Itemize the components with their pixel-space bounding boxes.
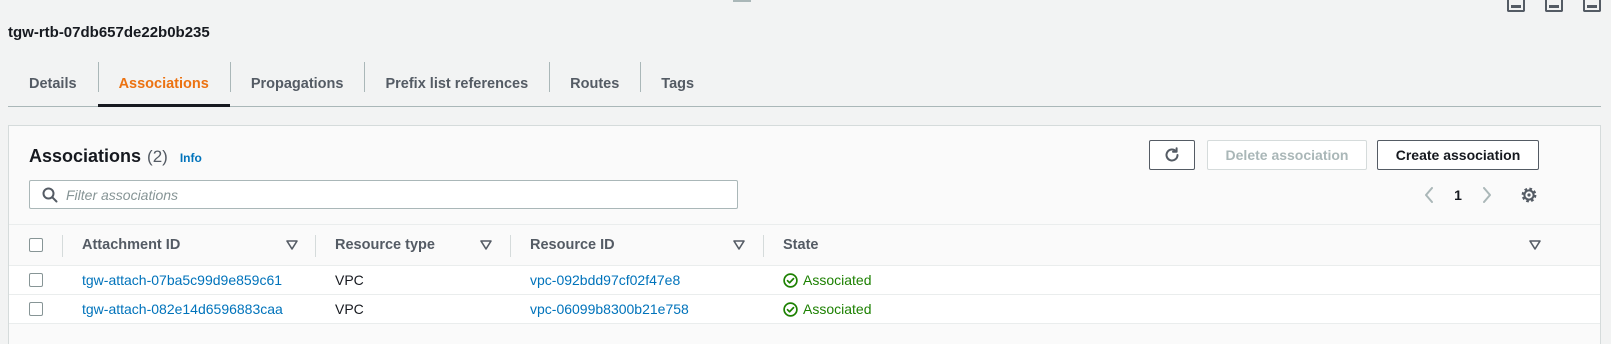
attachment-id-cell: tgw-attach-07ba5c99d9e859c61 (82, 266, 282, 294)
resource-type-cell: VPC (335, 272, 364, 288)
table-row[interactable]: tgw-attach-082e14d6596883caa VPC vpc-060… (9, 295, 1600, 324)
row-select-cell (29, 266, 43, 294)
header-resource-id-label: Resource ID (530, 237, 615, 253)
attachment-id-link[interactable]: tgw-attach-082e14d6596883caa (82, 301, 283, 317)
chevron-left-icon (1425, 187, 1433, 203)
tab-bar: Details Associations Propagations Prefix… (8, 62, 1601, 107)
split-full-icon[interactable] (1583, 0, 1601, 12)
row-select-cell (29, 295, 43, 323)
tab-details[interactable]: Details (8, 62, 98, 106)
refresh-icon (1165, 147, 1179, 162)
success-check-icon (783, 272, 798, 288)
tab-associations[interactable]: Associations (97, 62, 231, 107)
resource-id-link[interactable]: vpc-06099b8300b21e758 (530, 301, 689, 317)
split-bottom-icon[interactable] (1507, 0, 1525, 12)
row-checkbox[interactable] (29, 302, 43, 316)
state-label: Associated (803, 301, 872, 317)
table-row[interactable]: tgw-attach-07ba5c99d9e859c61 VPC vpc-092… (9, 266, 1600, 295)
settings-gear-icon (1521, 187, 1537, 203)
filter-associations-input[interactable] (66, 186, 737, 203)
sort-caret-icon[interactable] (1529, 240, 1541, 250)
select-all-cell (29, 225, 43, 265)
column-divider (510, 235, 511, 257)
tab-prefix-list-references[interactable]: Prefix list references (364, 62, 549, 106)
next-page-button[interactable] (1477, 184, 1497, 206)
tab-propagations[interactable]: Propagations (229, 62, 365, 106)
state-status: Associated (783, 272, 871, 288)
state-cell: Associated (783, 266, 871, 294)
route-table-title: tgw-rtb-07db657de22b0b235 (8, 24, 210, 41)
column-divider (763, 235, 764, 257)
panel-heading: Associations (29, 146, 142, 166)
drag-handle[interactable] (733, 0, 751, 2)
sort-caret-icon[interactable] (480, 240, 492, 250)
tab-routes[interactable]: Routes (549, 62, 640, 106)
row-checkbox[interactable] (29, 273, 43, 287)
header-attachment-id-label: Attachment ID (82, 237, 181, 253)
filter-box (29, 180, 738, 209)
create-association-button[interactable]: Create association (1377, 140, 1539, 170)
previous-page-button[interactable] (1419, 184, 1439, 206)
sort-caret-icon[interactable] (286, 240, 298, 250)
resource-id-cell: vpc-06099b8300b21e758 (530, 295, 689, 323)
resource-id-cell: vpc-092bdd97cf02f47e8 (530, 266, 680, 294)
attachment-id-link[interactable]: tgw-attach-07ba5c99d9e859c61 (82, 272, 282, 288)
state-status: Associated (783, 301, 871, 317)
tab-tags[interactable]: Tags (640, 62, 715, 106)
split-side-icon[interactable] (1545, 0, 1563, 12)
panel-header: Associations (2) Info (29, 146, 202, 167)
header-attachment-id[interactable]: Attachment ID (82, 225, 180, 265)
header-resource-type[interactable]: Resource type (335, 225, 435, 265)
sort-caret-icon[interactable] (733, 240, 745, 250)
column-divider (315, 235, 316, 257)
chevron-right-icon (1483, 187, 1491, 203)
refresh-button[interactable] (1149, 140, 1195, 170)
pagination: 1 (1419, 184, 1497, 206)
layout-toggle-group (1507, 0, 1601, 12)
success-check-icon (783, 301, 798, 317)
info-link[interactable]: Info (180, 151, 202, 165)
state-label: Associated (803, 272, 872, 288)
search-icon (42, 187, 58, 202)
association-count: (2) (147, 147, 168, 166)
select-all-checkbox[interactable] (29, 238, 43, 252)
attachment-id-cell: tgw-attach-082e14d6596883caa (82, 295, 283, 323)
table-header-row: Attachment ID Resource type Resource ID … (9, 224, 1600, 266)
associations-panel: Associations (2) Info Delete association… (8, 125, 1601, 344)
state-cell: Associated (783, 295, 871, 323)
resource-id-link[interactable]: vpc-092bdd97cf02f47e8 (530, 272, 680, 288)
header-resource-type-label: Resource type (335, 237, 435, 253)
delete-association-button[interactable]: Delete association (1207, 140, 1367, 170)
header-state[interactable]: State (783, 225, 818, 265)
header-resource-id[interactable]: Resource ID (530, 225, 615, 265)
resource-type-cell: VPC (335, 301, 364, 317)
associations-table: Attachment ID Resource type Resource ID … (9, 224, 1600, 324)
current-page-number[interactable]: 1 (1439, 187, 1477, 203)
header-state-label: State (783, 237, 819, 253)
table-preferences-button[interactable] (1518, 184, 1540, 206)
column-divider (62, 235, 63, 257)
